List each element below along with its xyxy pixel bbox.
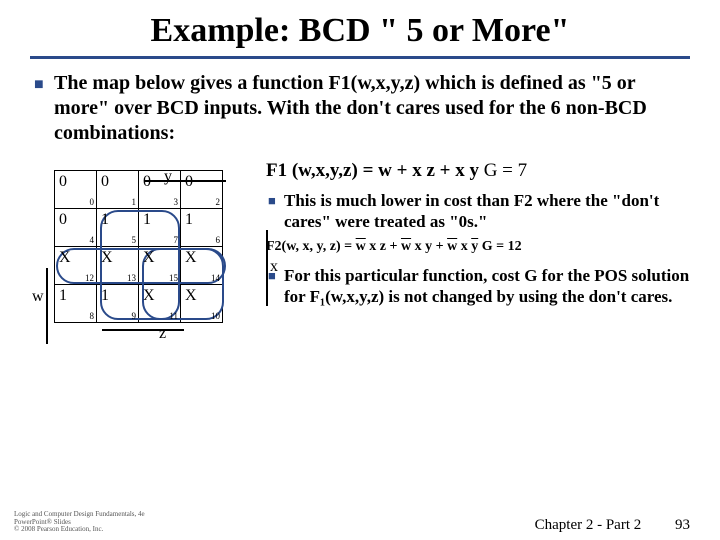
copyright-block: Logic and Computer Design Fundamentals, … bbox=[14, 511, 145, 534]
cell: 03 bbox=[139, 171, 181, 209]
title-rule bbox=[30, 56, 690, 59]
cell: 00 bbox=[55, 171, 97, 209]
z-label: z bbox=[159, 325, 166, 343]
cell: 01 bbox=[97, 171, 139, 209]
bullet-2: ■ For this particular function, cost G f… bbox=[284, 265, 690, 308]
square-bullet-icon: ■ bbox=[268, 268, 276, 284]
cell: 04 bbox=[55, 209, 97, 247]
right-column: F1 (w,x,y,z) = w + x z + x y G = 7 ■ Thi… bbox=[260, 152, 690, 323]
cell: 02 bbox=[181, 171, 223, 209]
intro-content: The map below gives a function F1(w,x,y,… bbox=[54, 72, 647, 144]
cell: X15 bbox=[139, 247, 181, 285]
square-bullet-icon: ■ bbox=[268, 193, 276, 209]
cell: X11 bbox=[139, 285, 181, 323]
kmap-column: y x w z 00 01 03 02 bbox=[30, 152, 260, 323]
footer: Chapter 2 - Part 2 93 bbox=[535, 517, 690, 534]
cell: 15 bbox=[97, 209, 139, 247]
cell: 18 bbox=[55, 285, 97, 323]
cell: 16 bbox=[181, 209, 223, 247]
cell: 17 bbox=[139, 209, 181, 247]
equation-f1: F1 (w,x,y,z) = w + x z + x y G = 7 bbox=[266, 160, 690, 182]
bullet-1: ■ This is much lower in cost than F2 whe… bbox=[284, 190, 690, 233]
karnaugh-map: y x w z 00 01 03 02 bbox=[54, 170, 260, 323]
page-number: 93 bbox=[675, 517, 690, 534]
equation-f2: F2(w, x, y, z) = w x z + w x y + w x y G… bbox=[266, 239, 690, 255]
chapter-label: Chapter 2 - Part 2 bbox=[535, 517, 642, 533]
z-bar bbox=[102, 329, 184, 331]
square-bullet-icon: ■ bbox=[34, 75, 44, 95]
cell: X12 bbox=[55, 247, 97, 285]
w-bar bbox=[46, 268, 48, 344]
intro-text: ■ The map below gives a function F1(w,x,… bbox=[54, 71, 690, 146]
cell: 19 bbox=[97, 285, 139, 323]
kmap-table: 00 01 03 02 04 15 17 16 X12 X13 X15 bbox=[54, 170, 223, 323]
cell: X14 bbox=[181, 247, 223, 285]
slide-title: Example: BCD " 5 or More" bbox=[30, 12, 690, 50]
cell: X13 bbox=[97, 247, 139, 285]
w-label: w bbox=[32, 288, 44, 306]
cell: X10 bbox=[181, 285, 223, 323]
